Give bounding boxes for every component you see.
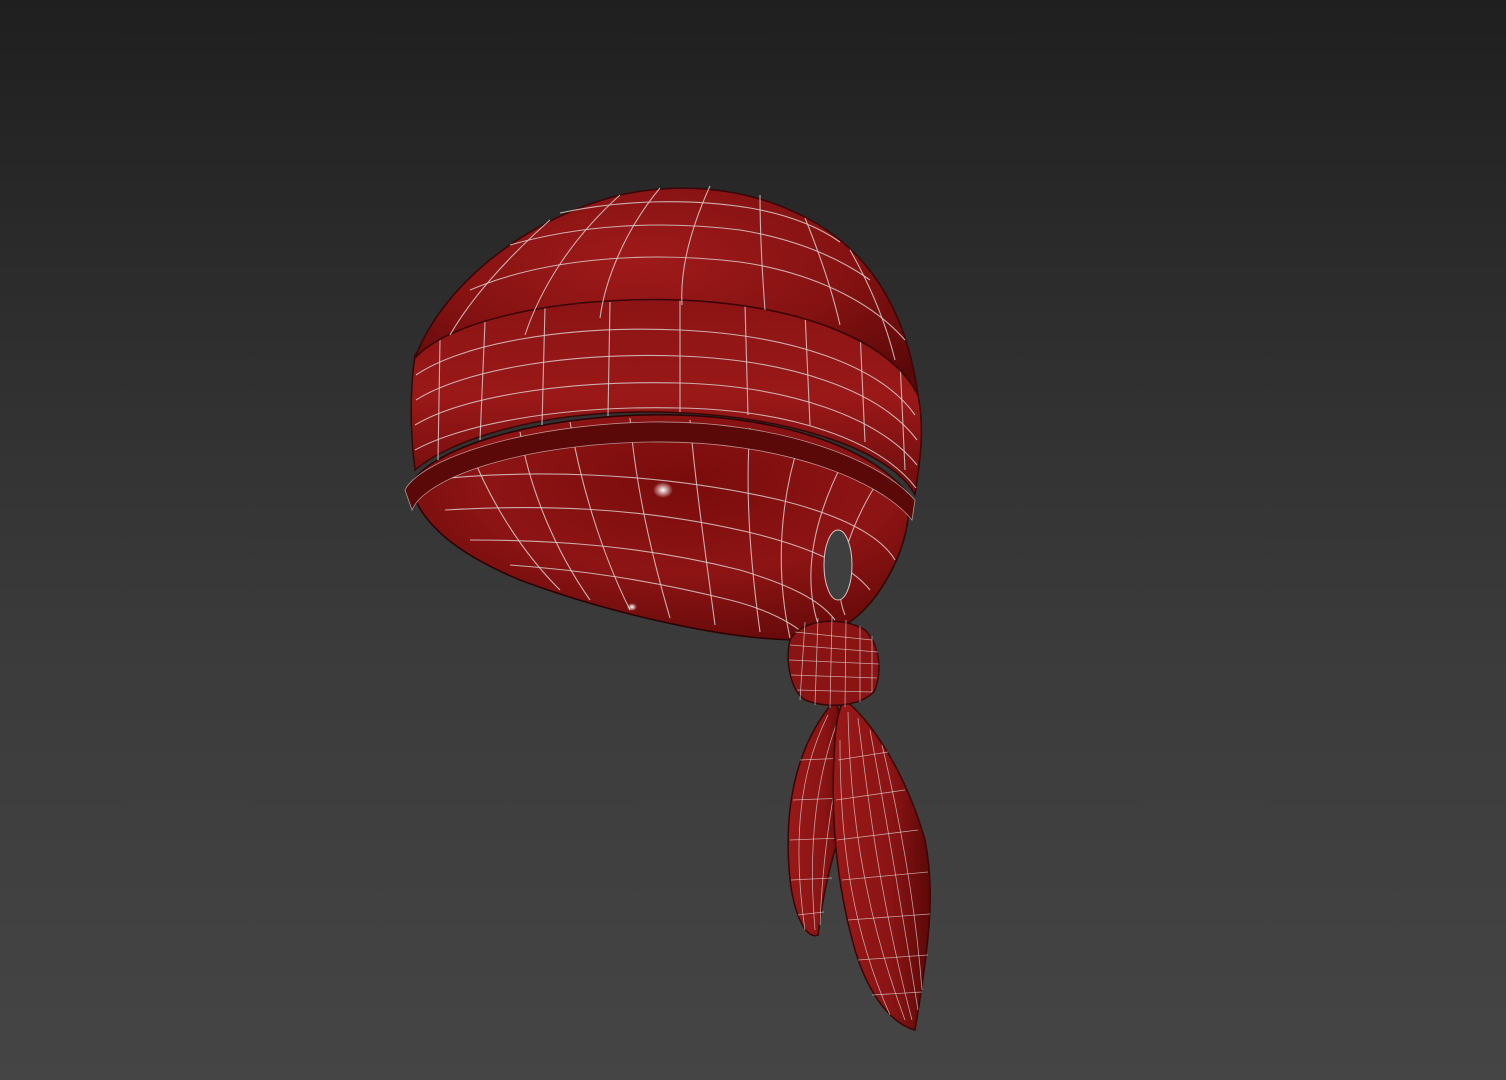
tail-right (832, 698, 931, 1031)
specular-highlight-small (627, 603, 637, 611)
specular-highlight (653, 482, 673, 498)
back-opening (823, 529, 853, 601)
knot (787, 616, 880, 709)
bandana-model[interactable] (0, 0, 1506, 1080)
3d-viewport[interactable] (0, 0, 1506, 1080)
